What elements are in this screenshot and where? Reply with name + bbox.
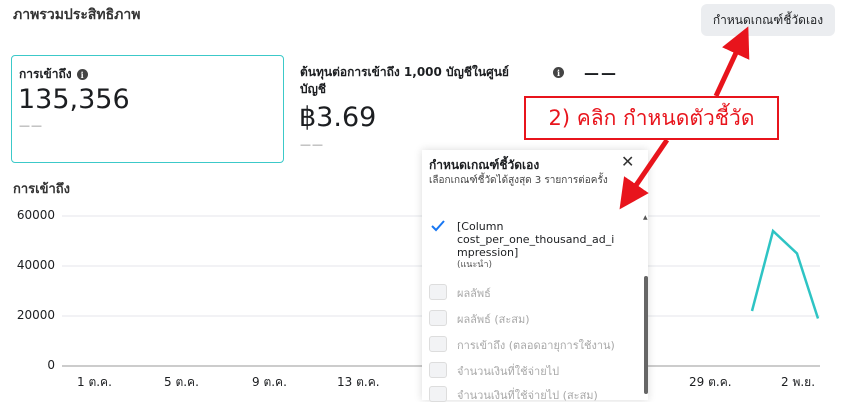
arrow-to-button bbox=[713, 26, 750, 98]
arrow-to-panel bbox=[619, 138, 670, 210]
annotation-arrows bbox=[619, 26, 750, 210]
annotation-callout: 2) คลิก กำหนดตัวชี้วัด bbox=[524, 96, 779, 140]
